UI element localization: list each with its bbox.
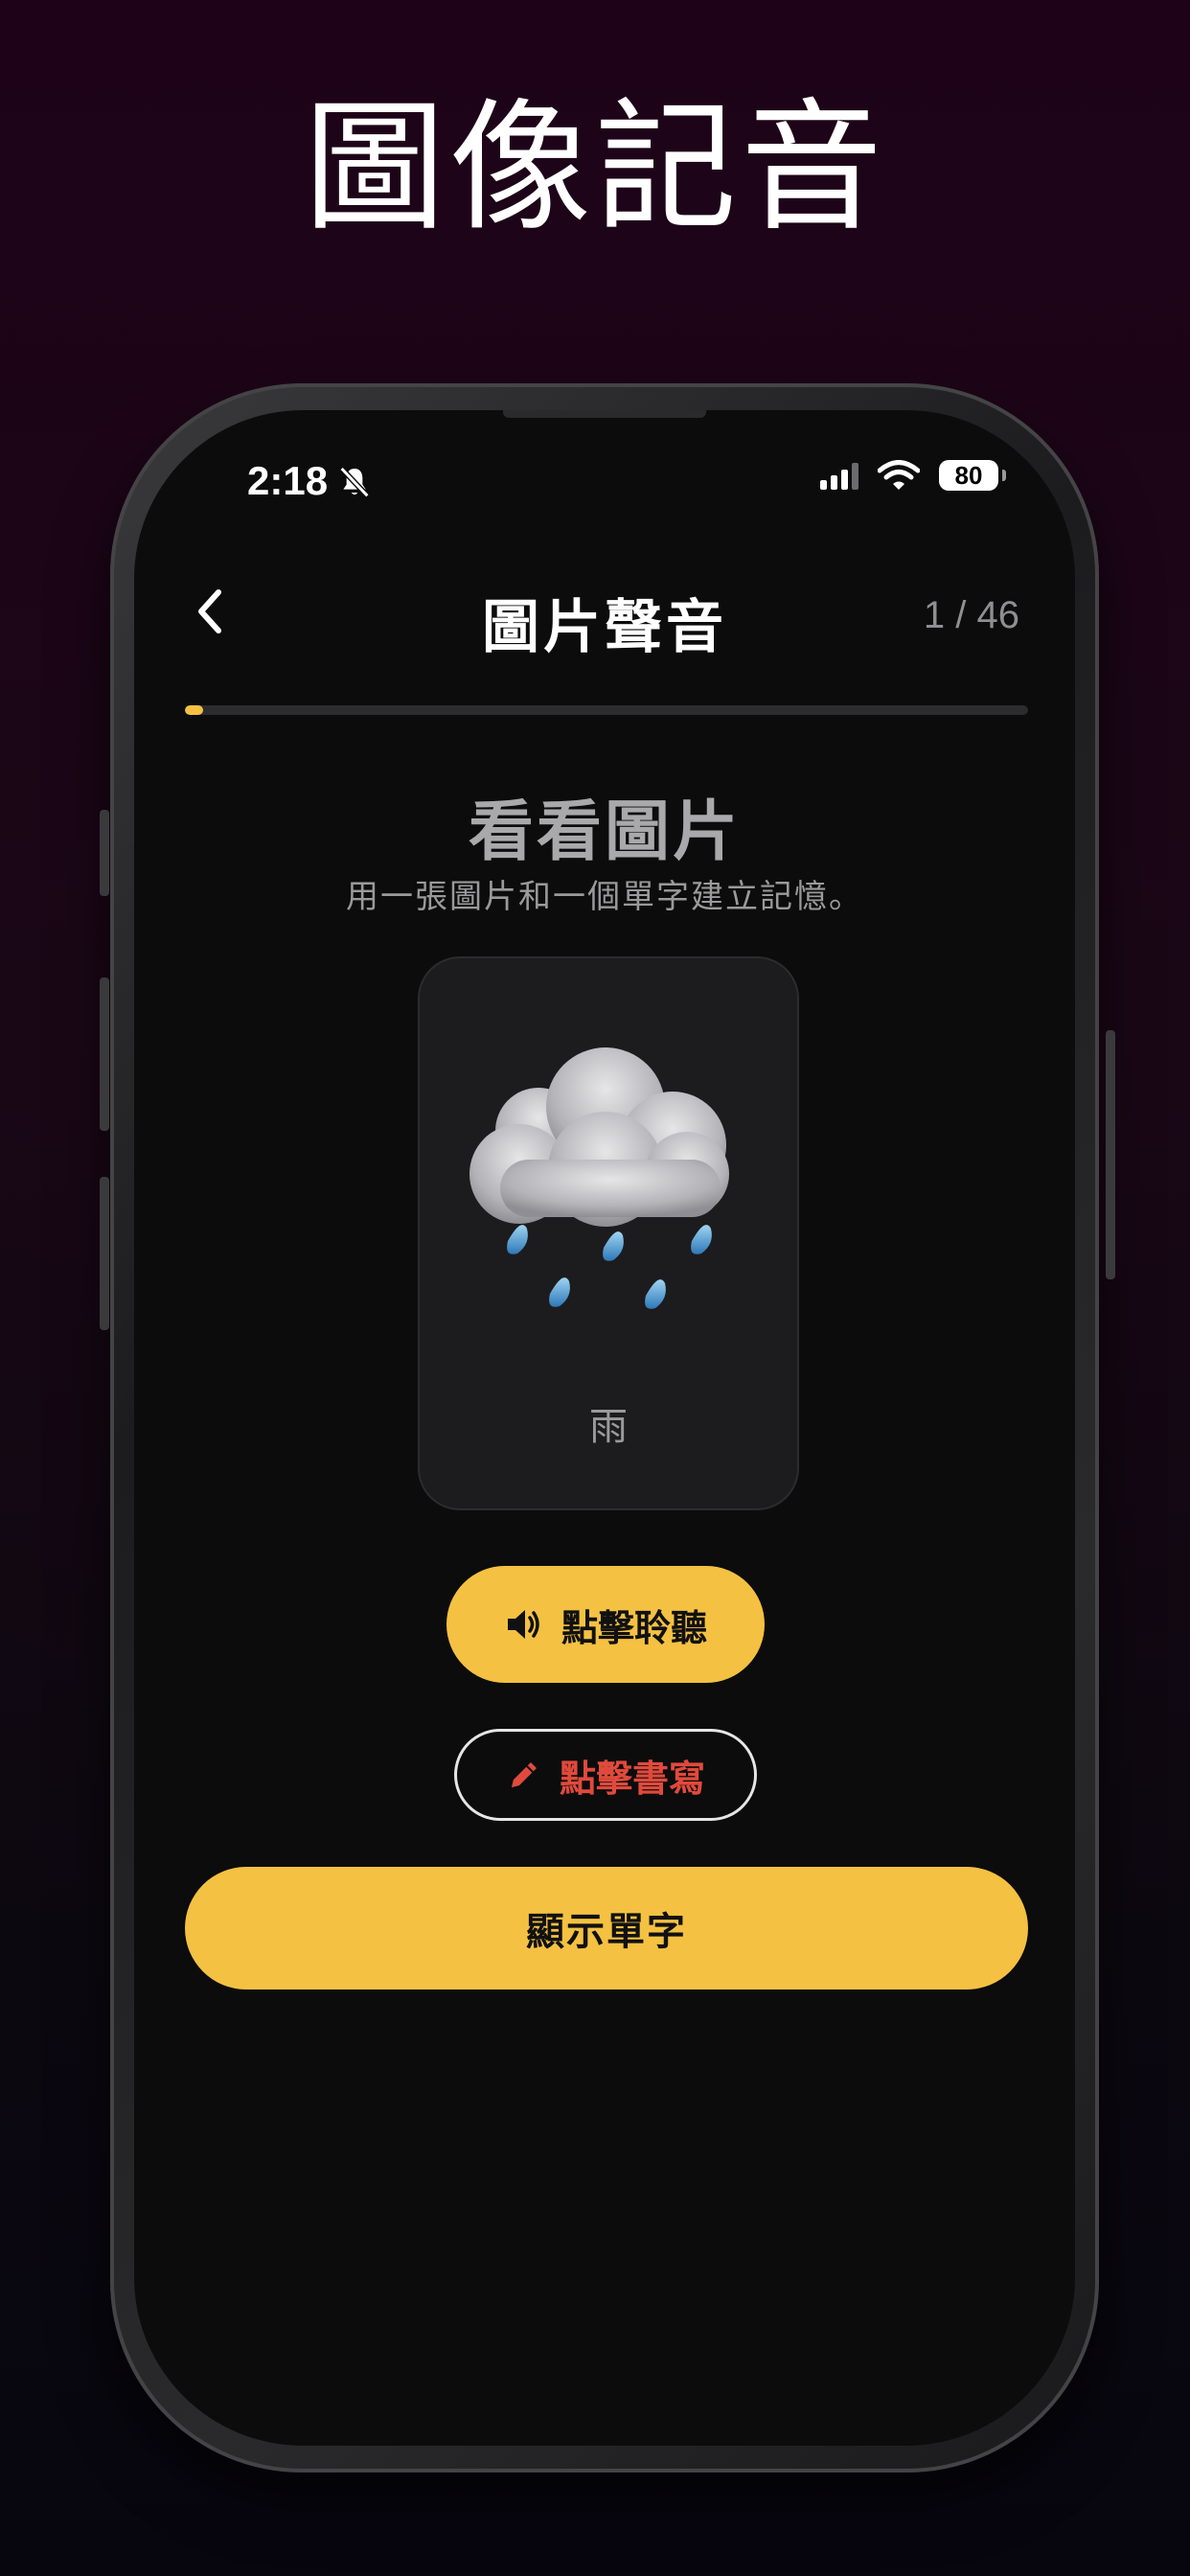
picture-card: 雨 xyxy=(418,956,799,1510)
dynamic-island-edge xyxy=(503,410,706,418)
listen-button[interactable]: 點擊聆聽 xyxy=(446,1566,765,1683)
bell-slash-icon xyxy=(339,467,370,498)
cellular-signal-icon xyxy=(820,461,858,490)
write-button-label: 點擊書寫 xyxy=(559,1757,705,1800)
pencil-icon xyxy=(511,1762,537,1787)
volume-down-button xyxy=(100,1177,109,1330)
speaker-icon xyxy=(507,1610,539,1639)
listen-button-label: 點擊聆聽 xyxy=(561,1606,707,1649)
write-button[interactable]: 點擊書寫 xyxy=(454,1729,757,1821)
progress-bar xyxy=(185,705,1028,715)
status-time: 2:18 xyxy=(247,458,329,503)
silent-switch xyxy=(100,810,109,896)
reveal-word-button[interactable]: 顯示單字 xyxy=(185,1867,1028,1990)
battery-indicator: 80 xyxy=(939,460,1006,491)
status-indicators: 80 xyxy=(820,460,1006,491)
volume-up-button xyxy=(100,978,109,1131)
promo-headline: 圖像記音 xyxy=(304,85,886,250)
card-word: 雨 xyxy=(589,1405,628,1449)
cloud-with-rain-icon xyxy=(469,1047,729,1309)
progress-fill xyxy=(185,705,204,715)
progress-counter: 1 / 46 xyxy=(923,594,1019,636)
section-subtitle: 用一張圖片和一個單字建立記憶。 xyxy=(346,878,863,916)
section-title: 看看圖片 xyxy=(468,794,741,870)
phone-screen: 2:18 80 圖片聲音 1 / 46 看看圖片 用一張圖片和一個單字建立記憶。 xyxy=(134,410,1075,2446)
wifi-icon xyxy=(878,460,920,490)
power-button xyxy=(1106,1030,1115,1279)
